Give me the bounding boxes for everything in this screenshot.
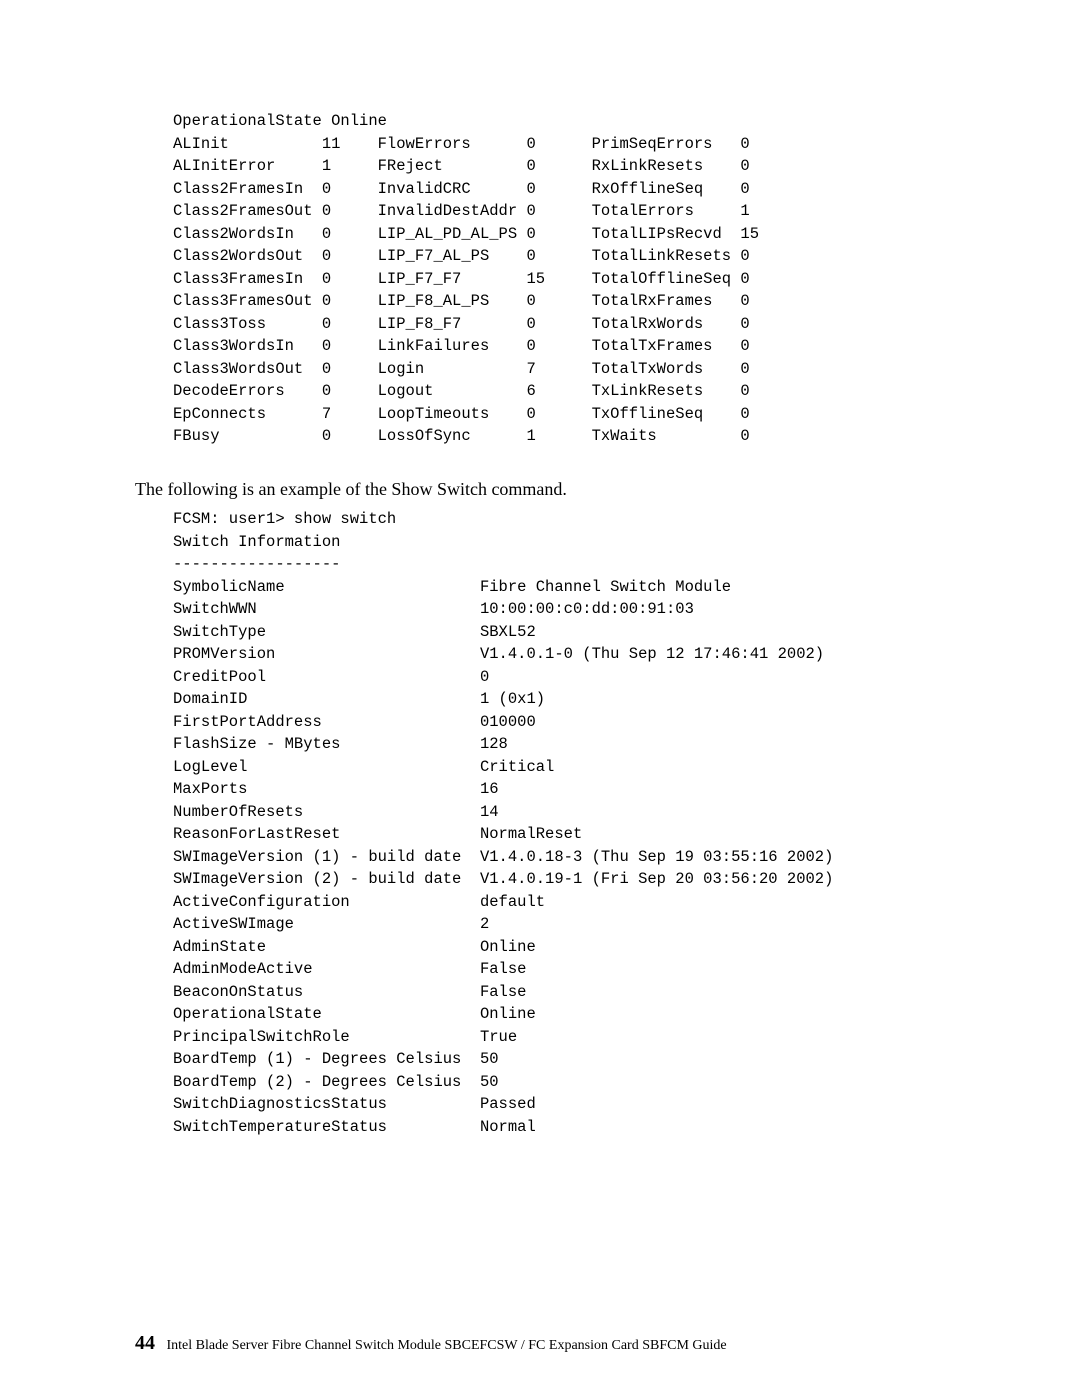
page-number: 44 [135,1332,155,1354]
page-footer: 44 Intel Blade Server Fibre Channel Swit… [135,1332,727,1358]
port-stats-block: OperationalState Online ALInit 11 FlowEr… [173,110,980,448]
example-intro: The following is an example of the Show … [135,478,980,501]
footer-title: Intel Blade Server Fibre Channel Switch … [167,1338,727,1353]
show-switch-output: FCSM: user1> show switch Switch Informat… [173,508,980,1138]
